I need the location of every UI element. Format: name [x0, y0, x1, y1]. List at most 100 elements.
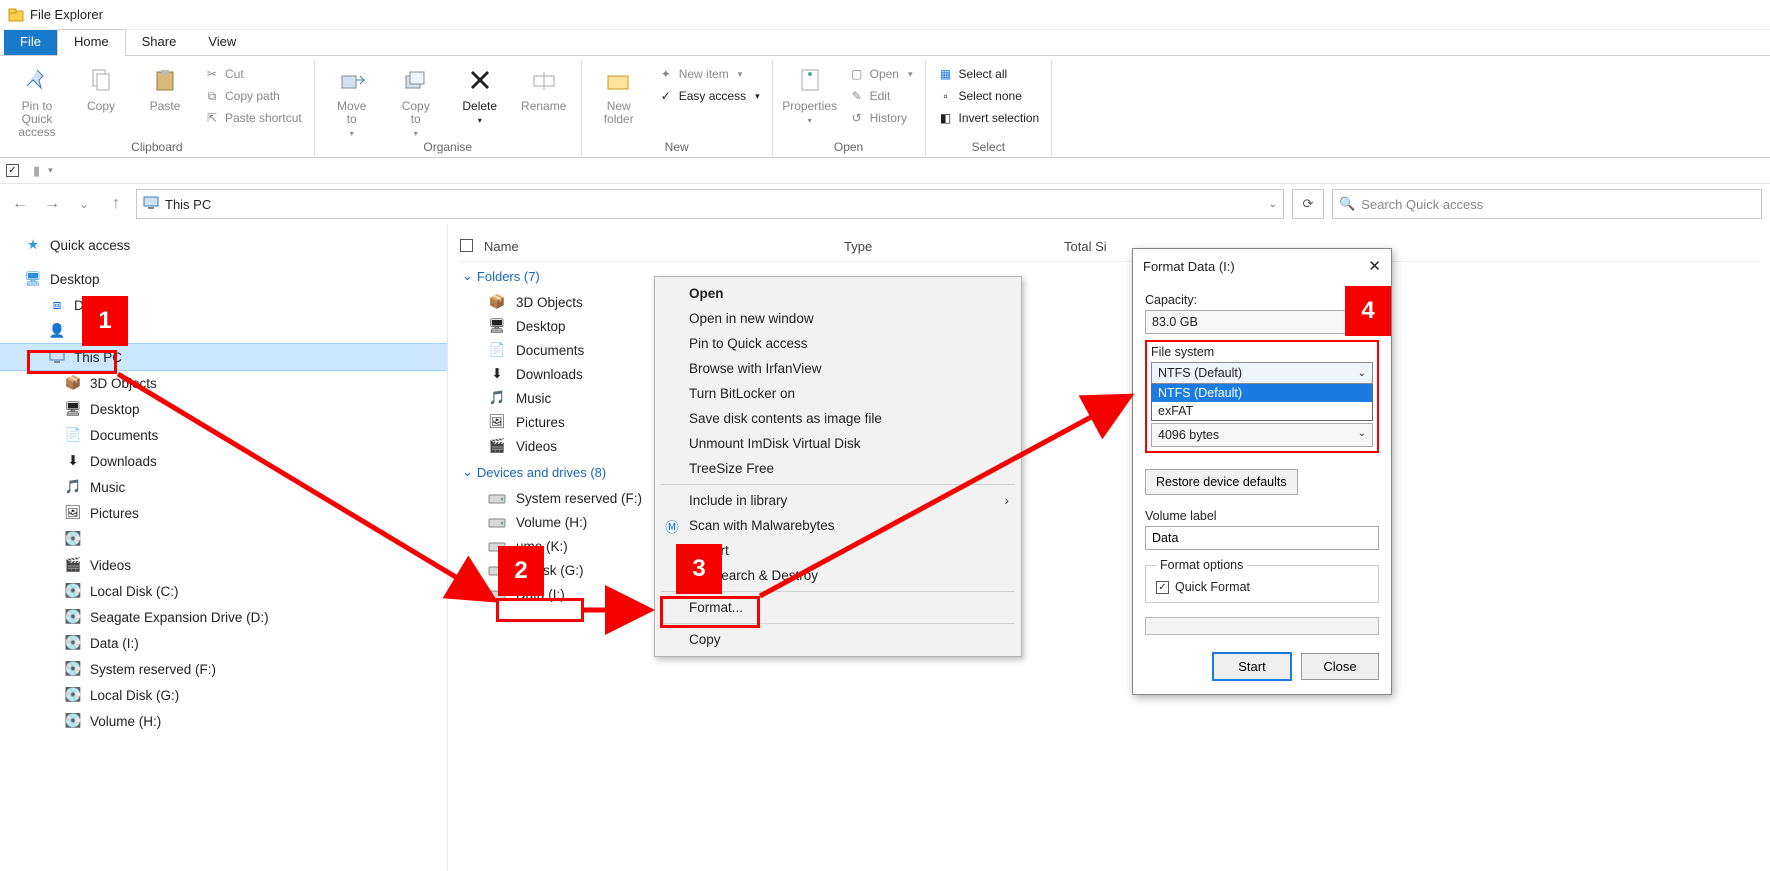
- tree-item[interactable]: 💽Data (I:): [0, 630, 447, 656]
- filesystem-dropdown[interactable]: NTFS (Default)⌄: [1151, 362, 1373, 384]
- drive-icon: [488, 513, 506, 531]
- tree-item[interactable]: 💽Local Disk (C:): [0, 578, 447, 604]
- refresh-button[interactable]: ⟳: [1292, 189, 1324, 219]
- properties-button[interactable]: Properties▾: [781, 60, 839, 126]
- close-button[interactable]: Close: [1301, 653, 1379, 680]
- edit-button[interactable]: ✎Edit: [845, 86, 917, 106]
- menu-irfanview[interactable]: Browse with IrfanView: [657, 356, 1019, 381]
- tab-view[interactable]: View: [192, 30, 252, 55]
- nav-bar: ← → ⌄ ↑ This PC ⌄ ⟳ 🔍 Search Quick acces…: [0, 184, 1770, 224]
- close-icon[interactable]: ✕: [1368, 257, 1381, 275]
- menu-treesize[interactable]: TreeSize Free: [657, 456, 1019, 481]
- menu-malwarebytes[interactable]: ⓂScan with Malwarebytes: [657, 513, 1019, 538]
- delete-button[interactable]: Delete▾: [451, 60, 509, 126]
- fs-option-exfat[interactable]: exFAT: [1152, 402, 1372, 420]
- address-bar[interactable]: This PC ⌄: [136, 189, 1284, 219]
- up-button[interactable]: ↑: [104, 195, 128, 213]
- restore-defaults-button[interactable]: Restore device defaults: [1145, 469, 1298, 495]
- start-button[interactable]: Start: [1213, 653, 1291, 680]
- cut-button[interactable]: ✂Cut: [200, 64, 306, 84]
- tree-truncated[interactable]: ⧈D: [0, 292, 447, 318]
- tree-this-pc[interactable]: This PC: [0, 344, 447, 370]
- select-all-button[interactable]: ▦Select all: [934, 64, 1044, 84]
- qat-checkbox[interactable]: ✓: [6, 164, 19, 177]
- back-button[interactable]: ←: [8, 195, 32, 213]
- select-all-icon: ▦: [938, 66, 954, 82]
- tree-item[interactable]: 🖼Pictures: [0, 500, 447, 526]
- menu-copy[interactable]: Copy: [657, 627, 1019, 652]
- col-type[interactable]: Type: [844, 239, 1064, 254]
- tree-desktop[interactable]: 🖥Desktop: [0, 266, 447, 292]
- col-name[interactable]: Name: [484, 239, 844, 254]
- invert-icon: ◧: [938, 110, 954, 126]
- tree-item-icon: 🖼: [64, 504, 82, 522]
- tree-item[interactable]: 🎬Videos: [0, 552, 447, 578]
- menu-open[interactable]: Open: [657, 281, 1019, 306]
- invert-selection-button[interactable]: ◧Invert selection: [934, 108, 1044, 128]
- copy-path-icon: ⧉: [204, 88, 220, 104]
- quick-format-checkbox[interactable]: ✓Quick Format: [1156, 580, 1368, 594]
- open-icon: ▢: [849, 66, 865, 82]
- pin-to-quick-access-button[interactable]: Pin to Quick access: [8, 60, 66, 140]
- this-pc-icon: [143, 196, 159, 213]
- paste-shortcut-button[interactable]: ⇱Paste shortcut: [200, 108, 306, 128]
- explorer-icon: [8, 7, 24, 23]
- tree-item[interactable]: 💽Volume (H:): [0, 708, 447, 734]
- filesystem-options: NTFS (Default) exFAT: [1151, 384, 1373, 421]
- allocation-dropdown[interactable]: 4096 bytes⌄: [1151, 423, 1373, 447]
- column-headers[interactable]: Name Type Total Si: [460, 232, 1758, 262]
- tree-item[interactable]: 💽Seagate Expansion Drive (D:): [0, 604, 447, 630]
- open-button[interactable]: ▢Open▾: [845, 64, 917, 84]
- tree-item[interactable]: 💽System reserved (F:): [0, 656, 447, 682]
- menu-format[interactable]: Format...: [657, 595, 1019, 620]
- tree-item[interactable]: 💽Local Disk (G:): [0, 682, 447, 708]
- tree-quick-access[interactable]: ★Quick access: [0, 232, 447, 258]
- group-label-clipboard: Clipboard: [8, 140, 306, 157]
- desktop-icon: 🖥: [24, 270, 42, 288]
- new-item-button[interactable]: ✦New item▾: [654, 64, 764, 84]
- tab-home[interactable]: Home: [57, 29, 126, 56]
- menu-save-image[interactable]: Save disk contents as image file: [657, 406, 1019, 431]
- tree-item[interactable]: 🖥Desktop: [0, 396, 447, 422]
- new-folder-button[interactable]: New folder: [590, 60, 648, 126]
- rename-button[interactable]: Rename: [515, 60, 573, 113]
- menu-pin-quick-access[interactable]: Pin to Quick access: [657, 331, 1019, 356]
- select-none-button[interactable]: ▫Select none: [934, 86, 1044, 106]
- paste-button[interactable]: Paste: [136, 60, 194, 113]
- tree-item[interactable]: 🎵Music: [0, 474, 447, 500]
- menu-open-new-window[interactable]: Open in new window: [657, 306, 1019, 331]
- format-options-group: Format options ✓Quick Format: [1145, 558, 1379, 603]
- fs-option-ntfs[interactable]: NTFS (Default): [1152, 384, 1372, 402]
- tree-item-icon: 🎵: [64, 478, 82, 496]
- tree-item-icon: 📦: [64, 374, 82, 392]
- annotation-marker-4: 4: [1345, 286, 1391, 336]
- move-to-button[interactable]: Move to▾: [323, 60, 381, 139]
- navigation-tree[interactable]: ★Quick access 🖥Desktop ⧈D 👤 This PC 📦3D …: [0, 224, 448, 871]
- tree-unknown[interactable]: 👤: [0, 318, 447, 344]
- forward-button[interactable]: →: [40, 195, 64, 213]
- copy-to-button[interactable]: Copy to▾: [387, 60, 445, 139]
- menu-include-library[interactable]: Include in library›: [657, 488, 1019, 513]
- tab-share[interactable]: Share: [126, 30, 193, 55]
- menu-unmount[interactable]: Unmount ImDisk Virtual Disk: [657, 431, 1019, 456]
- volume-label-input[interactable]: [1145, 526, 1379, 550]
- history-button[interactable]: ↺History: [845, 108, 917, 128]
- dialog-title: Format Data (I:): [1143, 259, 1235, 274]
- address-dropdown[interactable]: ⌄: [1269, 199, 1277, 210]
- filesystem-label: File system: [1151, 345, 1373, 359]
- copy-path-button[interactable]: ⧉Copy path: [200, 86, 306, 106]
- recent-dropdown[interactable]: ⌄: [72, 197, 96, 211]
- this-pc-icon: [48, 348, 66, 366]
- select-all-checkbox[interactable]: [460, 239, 473, 252]
- easy-access-button[interactable]: ✓Easy access▾: [654, 86, 764, 106]
- search-box[interactable]: 🔍 Search Quick access: [1332, 189, 1762, 219]
- tree-item[interactable]: 📦3D Objects: [0, 370, 447, 396]
- capacity-field[interactable]: 83.0 GB: [1145, 310, 1379, 334]
- menu-bitlocker[interactable]: Turn BitLocker on: [657, 381, 1019, 406]
- tab-file[interactable]: File: [4, 30, 57, 55]
- tree-item[interactable]: 💽: [0, 526, 447, 552]
- copy-button[interactable]: Copy: [72, 60, 130, 113]
- volume-label-label: Volume label: [1145, 509, 1379, 523]
- tree-item[interactable]: 📄Documents: [0, 422, 447, 448]
- tree-item[interactable]: ⬇Downloads: [0, 448, 447, 474]
